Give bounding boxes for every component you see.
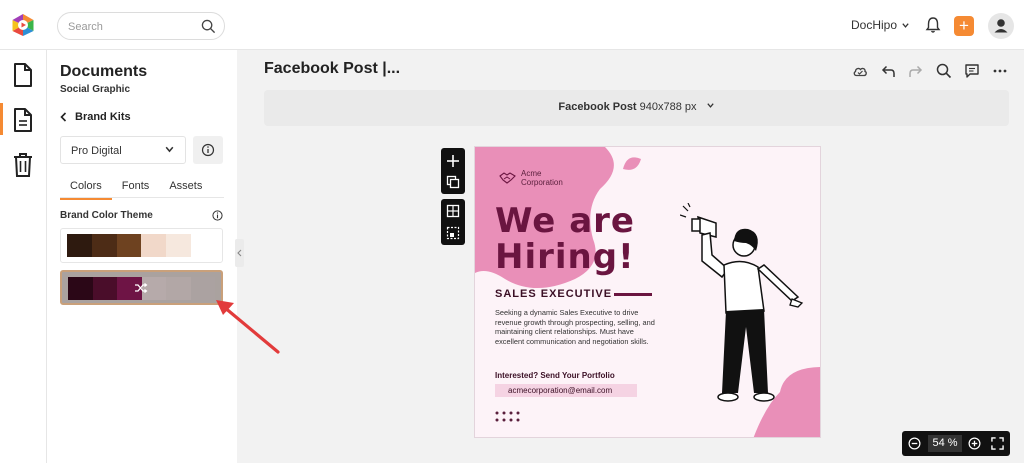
headline-line-1: We are: [495, 201, 635, 241]
rail-item-documents[interactable]: [0, 99, 47, 139]
back-label: Brand Kits: [75, 111, 131, 123]
rail-item-trash[interactable]: [0, 144, 47, 184]
contact-email: acmecorporation@email.com: [495, 384, 637, 397]
dots-decoration: [495, 411, 520, 422]
brand-name: Acme Corporation: [521, 169, 563, 187]
color-swatch: [166, 234, 192, 257]
redo-icon[interactable]: [908, 63, 924, 79]
bell-icon[interactable]: [925, 16, 941, 34]
zoom-in-icon[interactable]: [968, 437, 981, 450]
chevron-down-icon: [902, 22, 909, 28]
account-menu[interactable]: DocHipo: [851, 18, 910, 32]
color-swatch: [92, 277, 117, 300]
select-area-icon[interactable]: [446, 226, 460, 240]
shuffle-icon[interactable]: [134, 282, 148, 294]
editor-toolbar: [852, 63, 1008, 79]
app-logo-icon[interactable]: [11, 13, 35, 37]
add-page-icon[interactable]: [446, 154, 460, 168]
search-box[interactable]: [57, 12, 225, 40]
back-to-brand-kits[interactable]: Brand Kits: [60, 111, 131, 123]
comment-icon[interactable]: [964, 63, 980, 79]
undo-icon[interactable]: [880, 63, 896, 79]
brand-kit-info-button[interactable]: [193, 136, 223, 164]
grid-icon[interactable]: [446, 204, 460, 218]
chevron-left-icon: [60, 112, 67, 122]
chevron-down-icon: [165, 146, 174, 153]
headline-line-2: Hiring!: [495, 237, 635, 277]
resize-bar[interactable]: Facebook Post 940x788 px: [264, 90, 1009, 126]
zoom-out-icon[interactable]: [908, 437, 921, 450]
color-palette-2[interactable]: [60, 270, 223, 305]
job-role: SALES EXECUTIVE: [495, 288, 613, 300]
job-description: Seeking a dynamic Sales Executive to dri…: [495, 308, 655, 346]
search-icon[interactable]: [936, 63, 952, 79]
call-to-action: Interested? Send Your Portfolio: [495, 371, 615, 380]
duplicate-page-icon[interactable]: [446, 175, 460, 189]
color-swatch: [191, 234, 216, 257]
brand-color-theme-label: Brand Color Theme: [60, 210, 153, 221]
cloud-sync-icon[interactable]: [852, 63, 868, 79]
document-icon: [14, 63, 32, 87]
panel-subtitle: Social Graphic: [60, 84, 131, 95]
chevron-left-icon: [237, 249, 242, 257]
brand-logo: Acme Corporation: [499, 169, 576, 187]
color-swatch: [91, 234, 117, 257]
account-name: DocHipo: [851, 18, 898, 32]
top-bar: DocHipo +: [0, 0, 1024, 50]
zoom-level[interactable]: 54 %: [928, 435, 962, 452]
documents-icon: [14, 108, 32, 132]
info-icon[interactable]: [212, 210, 223, 221]
brand-kit-select-value: Pro Digital: [71, 145, 122, 157]
panel-title: Documents: [60, 63, 148, 80]
create-new-button[interactable]: +: [954, 16, 974, 36]
handshake-icon: [499, 172, 516, 184]
tabs-divider: [60, 197, 224, 198]
size-name: Facebook Post: [558, 101, 637, 113]
trash-icon: [14, 153, 32, 177]
color-swatch: [166, 277, 191, 300]
left-rail: [0, 50, 47, 463]
palette-swatches: [67, 234, 216, 257]
search-input[interactable]: [68, 18, 198, 36]
document-title[interactable]: Facebook Post |...: [264, 60, 400, 78]
user-avatar[interactable]: [988, 13, 1014, 39]
rail-item-new-document[interactable]: [0, 54, 47, 94]
color-palette-1[interactable]: [60, 228, 223, 263]
page-tools-strip: [441, 148, 465, 194]
person-megaphone-illustration: [680, 203, 804, 402]
fullscreen-icon[interactable]: [991, 437, 1004, 450]
user-icon: [994, 19, 1008, 33]
role-underline: [614, 293, 652, 296]
info-icon: [201, 143, 215, 157]
color-swatch: [141, 234, 167, 257]
more-options-icon[interactable]: [992, 63, 1008, 79]
size-dimensions: 940x788 px: [639, 101, 697, 113]
brand-kit-select[interactable]: Pro Digital: [60, 136, 186, 164]
zoom-controls: 54 %: [902, 431, 1010, 456]
design-artboard[interactable]: Acme Corporation We are Hiring! SALES EX…: [474, 146, 821, 438]
chevron-down-icon: [706, 103, 714, 108]
color-swatch: [68, 277, 93, 300]
brand-kit-panel: Documents Social Graphic Brand Kits Pro …: [47, 50, 237, 463]
grid-tools-strip: [441, 199, 465, 245]
collapse-panel-handle[interactable]: [235, 239, 244, 267]
color-swatch: [67, 234, 92, 257]
search-icon[interactable]: [201, 19, 216, 34]
annotation-arrow-icon: [216, 300, 280, 354]
color-swatch: [116, 234, 142, 257]
